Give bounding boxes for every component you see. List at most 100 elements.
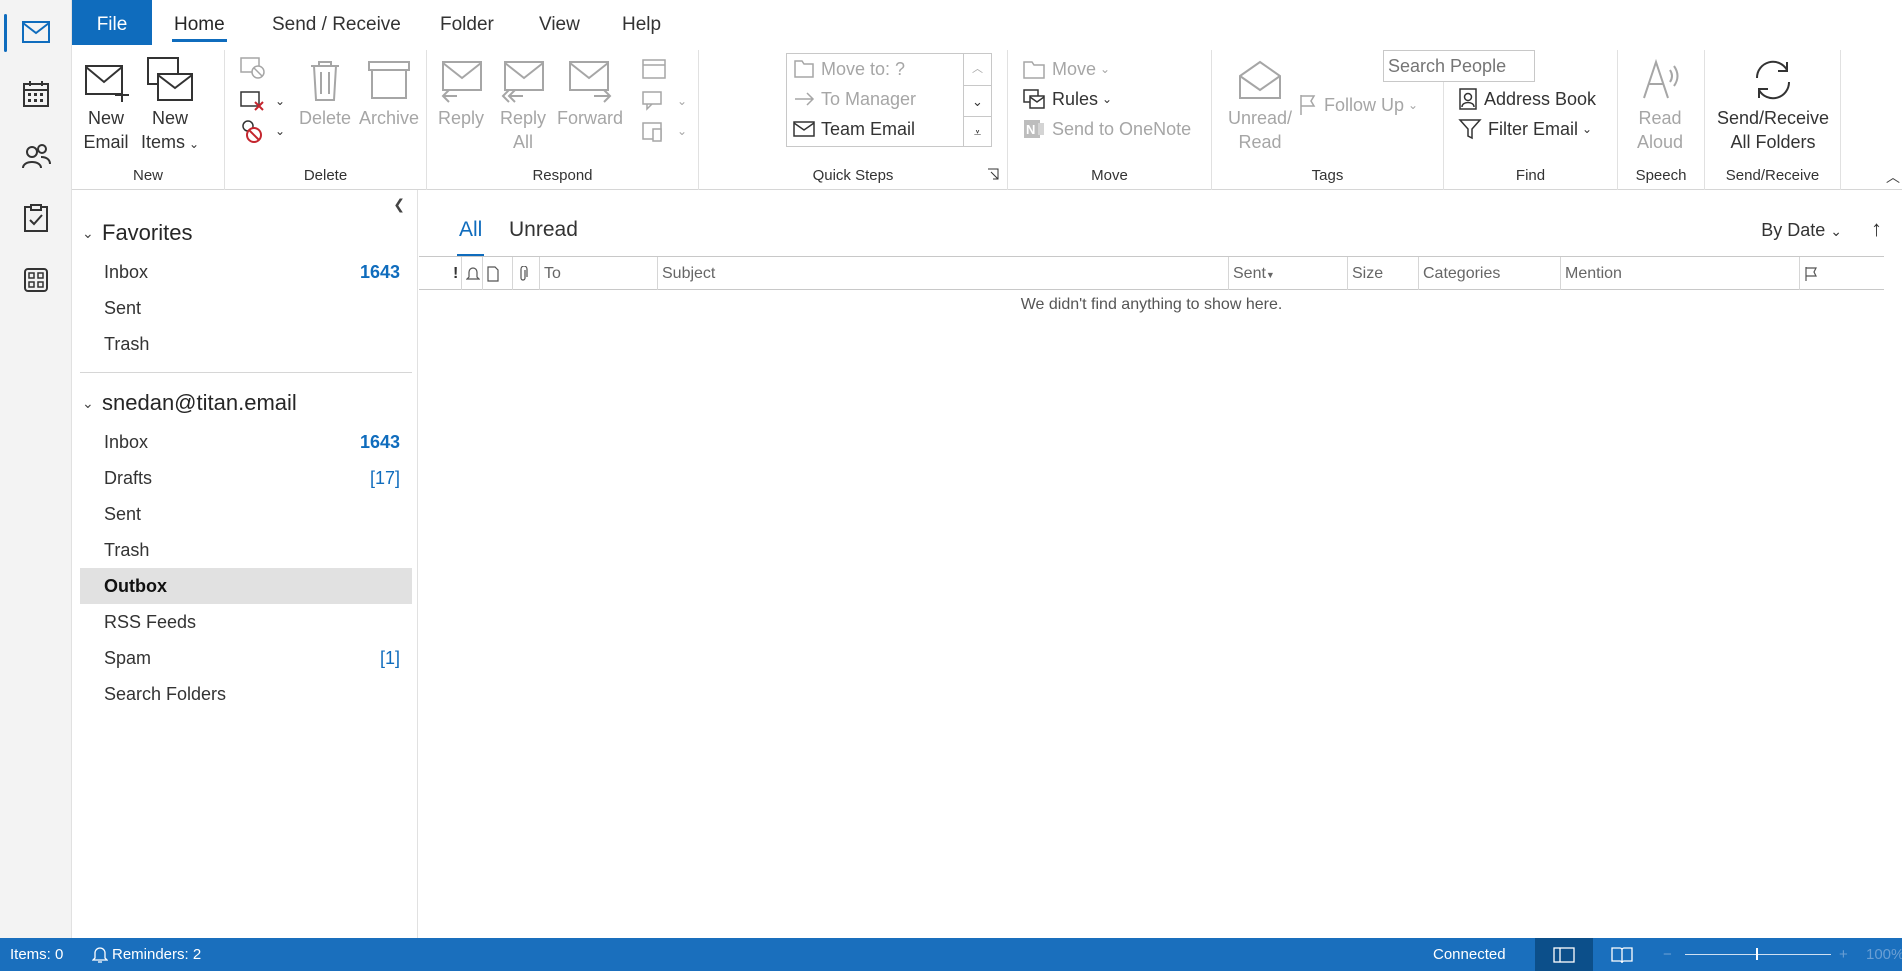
send-to-onenote-button[interactable]: N Send to OneNote bbox=[1022, 114, 1191, 144]
tab-home-label: Home bbox=[174, 14, 225, 35]
folder-trash[interactable]: Trash bbox=[80, 532, 412, 568]
folder-label: Inbox bbox=[104, 261, 149, 282]
zoom-level[interactable]: 100% bbox=[1866, 938, 1902, 971]
calendar-app-button[interactable] bbox=[0, 64, 72, 124]
new-items-icon bbox=[147, 57, 193, 101]
column-importance[interactable]: ! bbox=[449, 257, 459, 290]
new-items-button[interactable]: New Items ⌄ bbox=[140, 56, 200, 156]
chevron-down-icon: ⌄ bbox=[82, 394, 94, 411]
folder-rss-feeds[interactable]: RSS Feeds bbox=[80, 604, 412, 640]
folder-drafts[interactable]: Drafts [17] bbox=[80, 460, 412, 496]
column-sent[interactable]: Sent▼ bbox=[1228, 257, 1347, 290]
more-apps-button[interactable] bbox=[0, 250, 72, 310]
folder-spam[interactable]: Spam [1] bbox=[80, 640, 412, 676]
quick-step-team-email[interactable]: Team Email bbox=[793, 114, 915, 144]
forward-button[interactable]: Forward bbox=[555, 56, 625, 130]
svg-text:N: N bbox=[1026, 122, 1035, 137]
folder-search-folders[interactable]: Search Folders bbox=[80, 676, 412, 712]
folder-inbox[interactable]: Inbox 1643 bbox=[80, 424, 412, 460]
reminders-label: Reminders: 2 bbox=[112, 946, 202, 963]
account-header[interactable]: ⌄ snedan@titan.email bbox=[82, 390, 297, 416]
tab-help[interactable]: Help bbox=[620, 0, 663, 50]
tab-view[interactable]: View bbox=[537, 0, 582, 50]
group-tags-label: Tags bbox=[1311, 167, 1344, 184]
new-email-label-2: Email bbox=[83, 132, 129, 152]
send-receive-all-button[interactable]: Send/Receive All Folders bbox=[1711, 56, 1835, 154]
read-aloud-button[interactable]: Read Aloud bbox=[1630, 56, 1690, 154]
column-mention[interactable]: Mention bbox=[1560, 257, 1799, 290]
folder-sent[interactable]: Sent bbox=[80, 496, 412, 532]
reply-all-button[interactable]: Reply All bbox=[493, 56, 553, 154]
archive-button[interactable]: Archive bbox=[359, 56, 419, 130]
filter-tab-unread[interactable]: Unread bbox=[509, 218, 578, 242]
sort-by-button[interactable]: By Date ⌄ bbox=[1761, 220, 1842, 241]
quick-step-to-manager[interactable]: To Manager bbox=[793, 84, 916, 114]
move-label: Move bbox=[1052, 58, 1097, 79]
reply-button[interactable]: Reply bbox=[431, 56, 491, 130]
unread-count: 1643 bbox=[359, 261, 400, 282]
zoom-out-button[interactable]: − bbox=[1663, 938, 1672, 971]
ignore-icon[interactable] bbox=[239, 56, 267, 80]
normal-view-button[interactable] bbox=[1535, 938, 1593, 971]
folder-favorites-trash[interactable]: Trash bbox=[80, 326, 412, 362]
folder-outbox[interactable]: Outbox bbox=[80, 568, 412, 604]
mail-app-button[interactable] bbox=[0, 2, 72, 62]
sort-direction-up-icon[interactable]: ↑ bbox=[1871, 216, 1882, 242]
read-aloud-label-2: Aloud bbox=[1636, 132, 1684, 152]
im-reply-button[interactable]: ⌄ bbox=[641, 86, 687, 116]
collapse-ribbon-button[interactable]: ︿ bbox=[1886, 167, 1900, 187]
follow-up-button[interactable]: Follow Up ⌄ bbox=[1298, 90, 1418, 120]
column-attachment[interactable] bbox=[512, 257, 539, 290]
favorites-header[interactable]: ⌄ Favorites bbox=[82, 220, 192, 246]
account-title: snedan@titan.email bbox=[102, 390, 297, 415]
meeting-reply-icon[interactable] bbox=[641, 56, 669, 80]
move-to-label: Move to: ? bbox=[821, 58, 906, 79]
filter-tab-all[interactable]: All bbox=[457, 218, 485, 257]
chat-icon bbox=[642, 91, 662, 111]
tab-folder[interactable]: Folder bbox=[438, 0, 496, 50]
reading-view-button[interactable] bbox=[1593, 938, 1651, 971]
tab-file[interactable]: File bbox=[72, 0, 152, 45]
group-move: Move ⌄ Rules ⌄ N Send to OneNote Move bbox=[1007, 50, 1212, 190]
junk-button[interactable]: ⌄ bbox=[239, 116, 285, 146]
column-subject[interactable]: Subject bbox=[657, 257, 1228, 290]
column-item-type[interactable] bbox=[482, 257, 512, 290]
people-app-button[interactable] bbox=[0, 126, 72, 186]
tasks-app-button[interactable] bbox=[0, 188, 72, 248]
reminders-button[interactable]: Reminders: 2 bbox=[91, 938, 202, 971]
cleanup-button[interactable]: ⌄ bbox=[239, 86, 285, 116]
folder-label: Trash bbox=[104, 333, 150, 354]
column-size[interactable]: Size bbox=[1347, 257, 1418, 290]
delete-button[interactable]: Delete bbox=[295, 56, 355, 130]
collapse-folder-pane-button[interactable]: ❮ bbox=[393, 196, 405, 213]
tab-home[interactable]: Home bbox=[172, 0, 227, 50]
group-find-label: Find bbox=[1515, 167, 1546, 184]
more-respond-button[interactable]: ⌄ bbox=[641, 116, 687, 146]
column-flag[interactable] bbox=[1799, 257, 1884, 290]
dialog-launcher-icon[interactable] bbox=[987, 168, 999, 180]
address-book-button[interactable]: Address Book bbox=[1458, 84, 1596, 114]
column-to[interactable]: To bbox=[539, 257, 657, 290]
apps-grid-icon bbox=[24, 268, 48, 292]
new-email-button[interactable]: New Email bbox=[76, 56, 136, 154]
column-reminder[interactable] bbox=[461, 257, 481, 290]
rules-button[interactable]: Rules ⌄ bbox=[1022, 84, 1112, 114]
search-people-input[interactable] bbox=[1383, 50, 1535, 82]
folder-favorites-inbox[interactable]: Inbox 1643 bbox=[80, 254, 412, 290]
chevron-down-icon: ⌄ bbox=[82, 224, 94, 241]
filter-email-button[interactable]: Filter Email ⌄ bbox=[1458, 114, 1592, 144]
zoom-slider[interactable] bbox=[1685, 954, 1831, 955]
move-button[interactable]: Move ⌄ bbox=[1022, 54, 1110, 84]
quick-step-move-to[interactable]: Move to: ? bbox=[793, 54, 905, 84]
unread-read-button[interactable]: Unread/ Read bbox=[1226, 56, 1294, 154]
quick-steps-scroll-down[interactable]: ⌄ bbox=[964, 85, 991, 116]
calendar-icon bbox=[23, 81, 49, 107]
tab-send-receive[interactable]: Send / Receive bbox=[270, 0, 403, 50]
zoom-slider-thumb[interactable] bbox=[1756, 948, 1758, 960]
column-categories[interactable]: Categories bbox=[1418, 257, 1560, 290]
zoom-in-button[interactable]: + bbox=[1839, 938, 1848, 971]
quick-steps-more[interactable]: ⩡ bbox=[964, 116, 991, 147]
team-email-label: Team Email bbox=[821, 118, 916, 139]
folder-favorites-sent[interactable]: Sent bbox=[80, 290, 412, 326]
quick-steps-scroll-up[interactable]: ︿ bbox=[964, 54, 991, 85]
